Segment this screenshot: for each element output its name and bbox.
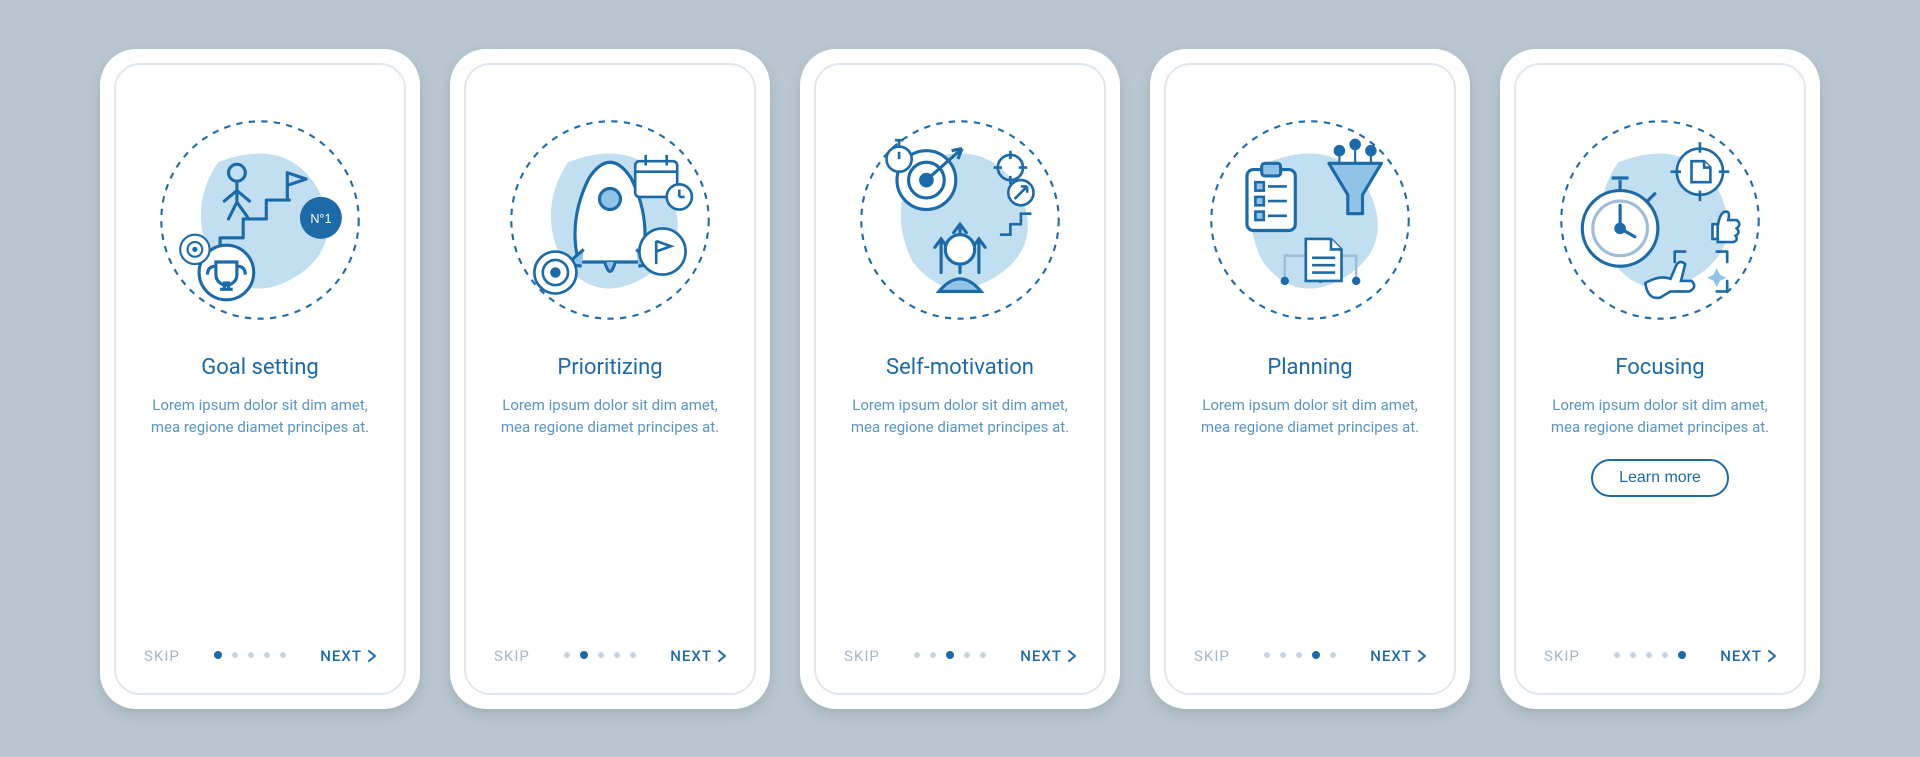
- screen-title: Focusing: [1615, 355, 1704, 380]
- planning-icon: [1205, 115, 1415, 325]
- skip-button[interactable]: SKIP: [1194, 647, 1230, 665]
- pagination-dots: [214, 652, 286, 659]
- onboarding-footer: SKIP NEXT: [494, 647, 726, 665]
- pagination-dot[interactable]: [614, 652, 620, 658]
- pagination-dot[interactable]: [248, 652, 254, 658]
- pagination-dot[interactable]: [1312, 651, 1320, 659]
- pagination-dot[interactable]: [1614, 652, 1620, 658]
- onboarding-footer: SKIP NEXT: [1194, 647, 1426, 665]
- prioritize-icon: [505, 115, 715, 325]
- goal-icon: N°1: [155, 115, 365, 325]
- skip-button[interactable]: SKIP: [144, 647, 180, 665]
- phone-mockup: N°1 Goal setting Lorem ipsum dolor sit d…: [100, 49, 420, 709]
- pagination-dot[interactable]: [580, 651, 588, 659]
- next-button[interactable]: NEXT: [1370, 647, 1426, 665]
- pagination-dot[interactable]: [1678, 651, 1686, 659]
- screen-title: Planning: [1267, 355, 1352, 380]
- screen-description: Lorem ipsum dolor sit dim amet, mea regi…: [1540, 394, 1780, 439]
- pagination-dot[interactable]: [1264, 652, 1270, 658]
- pagination-dots: [564, 652, 636, 659]
- pagination-dots: [1264, 652, 1336, 659]
- next-button[interactable]: NEXT: [1020, 647, 1076, 665]
- screen-description: Lorem ipsum dolor sit dim amet, mea regi…: [490, 394, 730, 439]
- pagination-dot[interactable]: [1646, 652, 1652, 658]
- pagination-dot[interactable]: [946, 651, 954, 659]
- next-button[interactable]: NEXT: [320, 647, 376, 665]
- onboarding-footer: SKIP NEXT: [144, 647, 376, 665]
- phone-mockup: Planning Lorem ipsum dolor sit dim amet,…: [1150, 49, 1470, 709]
- pagination-dot[interactable]: [1662, 652, 1668, 658]
- learn-more-button[interactable]: Learn more: [1591, 459, 1729, 497]
- pagination-dots: [914, 652, 986, 659]
- pagination-dot[interactable]: [1630, 652, 1636, 658]
- screen-description: Lorem ipsum dolor sit dim amet, mea regi…: [140, 394, 380, 439]
- onboarding-screen: Prioritizing Lorem ipsum dolor sit dim a…: [464, 63, 756, 695]
- skip-button[interactable]: SKIP: [494, 647, 530, 665]
- screen-title: Prioritizing: [557, 355, 662, 380]
- onboarding-footer: SKIP NEXT: [1544, 647, 1776, 665]
- next-button[interactable]: NEXT: [670, 647, 726, 665]
- screen-description: Lorem ipsum dolor sit dim amet, mea regi…: [1190, 394, 1430, 439]
- pagination-dot[interactable]: [264, 652, 270, 658]
- onboarding-screen: Focusing Lorem ipsum dolor sit dim amet,…: [1514, 63, 1806, 695]
- skip-button[interactable]: SKIP: [1544, 647, 1580, 665]
- pagination-dot[interactable]: [630, 652, 636, 658]
- pagination-dot[interactable]: [980, 652, 986, 658]
- phone-mockup: Prioritizing Lorem ipsum dolor sit dim a…: [450, 49, 770, 709]
- pagination-dot[interactable]: [564, 652, 570, 658]
- motivation-icon: [855, 115, 1065, 325]
- onboarding-screen: Self-motivation Lorem ipsum dolor sit di…: [814, 63, 1106, 695]
- onboarding-footer: SKIP NEXT: [844, 647, 1076, 665]
- next-button[interactable]: NEXT: [1720, 647, 1776, 665]
- focusing-icon: [1555, 115, 1765, 325]
- pagination-dots: [1614, 652, 1686, 659]
- pagination-dot[interactable]: [914, 652, 920, 658]
- phone-mockup: Self-motivation Lorem ipsum dolor sit di…: [800, 49, 1120, 709]
- pagination-dot[interactable]: [232, 652, 238, 658]
- skip-button[interactable]: SKIP: [844, 647, 880, 665]
- screen-title: Self-motivation: [886, 355, 1034, 380]
- pagination-dot[interactable]: [1330, 652, 1336, 658]
- pagination-dot[interactable]: [598, 652, 604, 658]
- pagination-dot[interactable]: [964, 652, 970, 658]
- pagination-dot[interactable]: [1280, 652, 1286, 658]
- screen-description: Lorem ipsum dolor sit dim amet, mea regi…: [840, 394, 1080, 439]
- phone-mockup: Focusing Lorem ipsum dolor sit dim amet,…: [1500, 49, 1820, 709]
- onboarding-screen: N°1 Goal setting Lorem ipsum dolor sit d…: [114, 63, 406, 695]
- screen-title: Goal setting: [201, 355, 319, 380]
- pagination-dot[interactable]: [930, 652, 936, 658]
- pagination-dot[interactable]: [1296, 652, 1302, 658]
- onboarding-screen: Planning Lorem ipsum dolor sit dim amet,…: [1164, 63, 1456, 695]
- svg-text:N°1: N°1: [310, 212, 331, 226]
- pagination-dot[interactable]: [280, 652, 286, 658]
- pagination-dot[interactable]: [214, 651, 222, 659]
